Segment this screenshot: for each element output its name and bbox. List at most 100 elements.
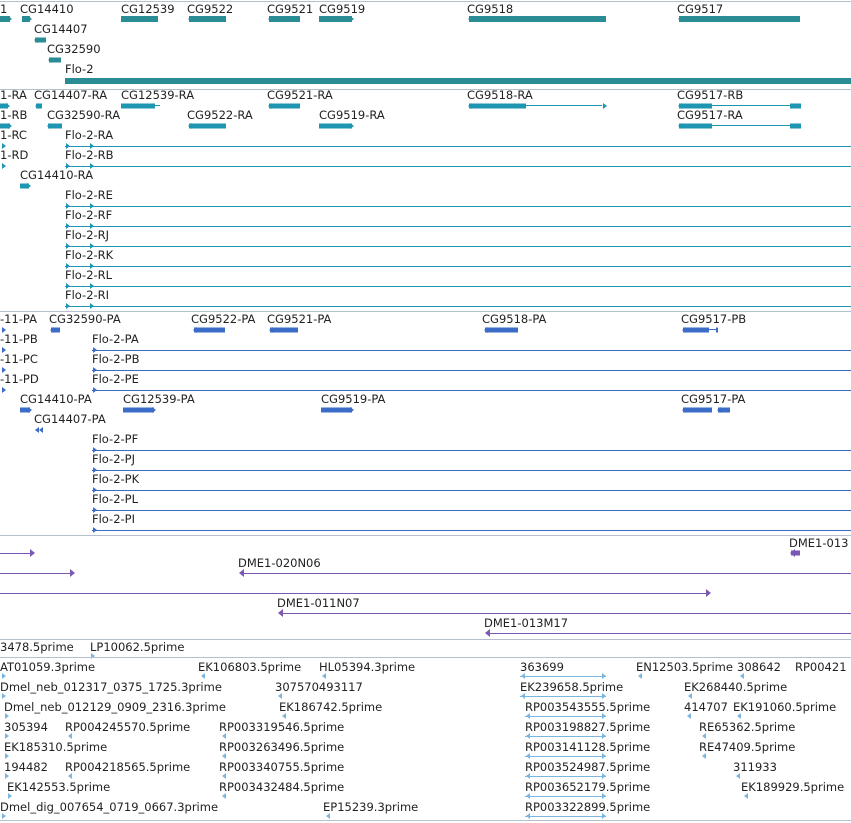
feature-label-at01059-3prime[interactable]: AT01059.3prime	[0, 661, 95, 674]
protein-arrow-left[interactable]	[35, 427, 39, 433]
feature-label-cg9521-ra[interactable]: CG9521-RA	[267, 89, 333, 102]
gene-bar[interactable]	[121, 16, 158, 22]
feature-label-flo-2-rk[interactable]: Flo-2-RK	[65, 249, 113, 262]
transcript-exon[interactable]	[790, 103, 801, 109]
transcript-exon[interactable]	[790, 123, 801, 129]
feature-label-dmel-dig-007654-0719-0667-3prime[interactable]: Dmel_dig_007654_0719_0667.3prime	[0, 801, 218, 814]
feature-label-dme1-013m17[interactable]: DME1-013M17	[484, 617, 568, 630]
clone-arrow-right[interactable]	[30, 549, 35, 557]
feature-label-cg9517-pb[interactable]: CG9517-PB	[681, 313, 746, 326]
est-arrow-right[interactable]	[602, 673, 606, 679]
feature-label-hl05394-3prime[interactable]: HL05394.3prime	[319, 661, 415, 674]
feature-label-rp003340755-5prime[interactable]: RP003340755.5prime	[219, 761, 344, 774]
gene-bar[interactable]	[679, 16, 800, 22]
feature-label-dme1-020n06[interactable]: DME1-020N06	[238, 557, 321, 570]
feature-label-dmel-neb-012129-0909-2316-3prime[interactable]: Dmel_neb_012129_0909_2316.3prime	[4, 701, 226, 714]
protein-bar[interactable]	[485, 327, 518, 333]
feature-label-3478-5prime[interactable]: 3478.5prime	[0, 641, 74, 654]
feature-label-307570493117[interactable]: 307570493117	[275, 681, 363, 694]
feature-label-cg9521-pa[interactable]: CG9521-PA	[267, 313, 331, 326]
gene-bar[interactable]	[189, 16, 226, 22]
protein-arrow-right[interactable]	[93, 387, 97, 393]
feature-label-cg32590[interactable]: CG32590	[47, 43, 101, 56]
feature-label-dme1-013[interactable]: DME1-013	[789, 537, 848, 550]
transcript-arrow-right[interactable]	[90, 303, 94, 309]
protein-arrow-left[interactable]	[39, 427, 43, 433]
feature-label-cg14407[interactable]: CG14407	[34, 23, 88, 36]
feature-label-363699[interactable]: 363699	[520, 661, 564, 674]
feature-label-cg9517-pa[interactable]: CG9517-PA	[681, 393, 745, 406]
gene-bar[interactable]	[269, 16, 300, 22]
protein-arrow-right[interactable]	[2, 387, 6, 393]
transcript-exon[interactable]	[319, 123, 352, 129]
feature-label-rp003141128-5prime[interactable]: RP003141128.5prime	[525, 741, 650, 754]
feature-label-194482[interactable]: 194482	[4, 761, 48, 774]
transcript-exon[interactable]	[189, 123, 226, 129]
feature-label-cg9518[interactable]: CG9518	[467, 3, 513, 16]
feature-label-cg9517-rb[interactable]: CG9517-RB	[677, 89, 743, 102]
protein-bar[interactable]	[716, 327, 718, 333]
feature-label-11-pd[interactable]: -11-PD	[0, 373, 39, 386]
feature-label-re65362-5prime[interactable]: RE65362.5prime	[699, 721, 795, 734]
feature-label-cg32590-ra[interactable]: CG32590-RA	[47, 109, 120, 122]
feature-label-ek191060-5prime[interactable]: EK191060.5prime	[733, 701, 836, 714]
feature-label-cg12539[interactable]: CG12539	[121, 3, 175, 16]
feature-label-cg32590-pa[interactable]: CG32590-PA	[49, 313, 121, 326]
transcript-exon[interactable]	[679, 123, 712, 129]
feature-label-11-pb[interactable]: -11-PB	[0, 333, 38, 346]
transcript-exon[interactable]	[48, 123, 62, 129]
feature-label-rp003524987-5prime[interactable]: RP003524987.5prime	[525, 761, 650, 774]
feature-label-cg9519-pa[interactable]: CG9519-PA	[321, 393, 385, 406]
feature-label-cg9522[interactable]: CG9522	[187, 3, 233, 16]
feature-label-rp004218565-5prime[interactable]: RP004218565.5prime	[65, 761, 190, 774]
feature-label-cg14410-pa[interactable]: CG14410-PA	[20, 393, 92, 406]
feature-label-ep15239-3prime[interactable]: EP15239.3prime	[323, 801, 418, 814]
feature-label-flo-2-pl[interactable]: Flo-2-PL	[92, 493, 138, 506]
gene-bar[interactable]	[35, 37, 46, 43]
feature-label-flo-2-pb[interactable]: Flo-2-PB	[92, 353, 140, 366]
feature-label-414707[interactable]: 414707	[684, 701, 728, 714]
feature-label-cg14410[interactable]: CG14410	[20, 3, 74, 16]
feature-label-flo-2-pj[interactable]: Flo-2-PJ	[92, 453, 135, 466]
transcript-arrow-right[interactable]	[2, 163, 6, 169]
transcript-exon[interactable]	[36, 103, 42, 109]
feature-label-cg9519-ra[interactable]: CG9519-RA	[319, 109, 385, 122]
feature-label-ek106803-5prime[interactable]: EK106803.5prime	[198, 661, 301, 674]
clone-bar[interactable]	[791, 550, 800, 556]
transcript-arrow-right[interactable]	[603, 103, 607, 109]
feature-label-cg9521[interactable]: CG9521	[267, 3, 313, 16]
feature-label-cg9518-pa[interactable]: CG9518-PA	[482, 313, 546, 326]
feature-label-rp003543555-5prime[interactable]: RP003543555.5prime	[525, 701, 650, 714]
feature-label-flo-2-pe[interactable]: Flo-2-PE	[92, 373, 139, 386]
feature-label-rp003322899-5prime[interactable]: RP003322899.5prime	[525, 801, 650, 814]
feature-label-cg9519[interactable]: CG9519	[319, 3, 365, 16]
feature-label-dmel-neb-012317-0375-1725-3prime[interactable]: Dmel_neb_012317_0375_1725.3prime	[0, 681, 222, 694]
feature-label-cg9517-ra[interactable]: CG9517-RA	[677, 109, 743, 122]
feature-label-rp00421[interactable]: RP00421	[795, 661, 847, 674]
feature-label-flo-2-pk[interactable]: Flo-2-PK	[92, 473, 139, 486]
feature-label-1-rc[interactable]: 1-RC	[0, 129, 27, 142]
feature-label-1-ra[interactable]: 1-RA	[0, 89, 27, 102]
gene-bar[interactable]	[49, 57, 61, 63]
feature-label-1[interactable]: 1	[0, 3, 7, 16]
protein-arrow-right[interactable]	[93, 527, 97, 533]
protein-bar[interactable]	[194, 327, 225, 333]
transcript-arrow-right[interactable]	[66, 303, 70, 309]
feature-label-cg9522-pa[interactable]: CG9522-PA	[191, 313, 255, 326]
transcript-exon[interactable]	[469, 103, 526, 109]
feature-label-311933[interactable]: 311933	[733, 761, 777, 774]
feature-label-305394[interactable]: 305394	[4, 721, 48, 734]
feature-label-lp10062-5prime[interactable]: LP10062.5prime	[90, 641, 184, 654]
feature-label-flo-2-pa[interactable]: Flo-2-PA	[92, 333, 139, 346]
feature-label-1-rd[interactable]: 1-RD	[0, 149, 28, 162]
feature-label-flo-2-rf[interactable]: Flo-2-RF	[65, 209, 112, 222]
feature-label-flo-2-pi[interactable]: Flo-2-PI	[92, 513, 135, 526]
clone-arrow-right[interactable]	[706, 589, 711, 597]
feature-label-cg12539-pa[interactable]: CG12539-PA	[123, 393, 195, 406]
protein-bar[interactable]	[718, 407, 730, 413]
feature-label-rp003263496-5prime[interactable]: RP003263496.5prime	[219, 741, 344, 754]
gene-bar[interactable]	[469, 16, 606, 22]
protein-bar[interactable]	[683, 327, 709, 333]
feature-label-rp003319546-5prime[interactable]: RP003319546.5prime	[219, 721, 344, 734]
protein-bar[interactable]	[123, 407, 154, 413]
